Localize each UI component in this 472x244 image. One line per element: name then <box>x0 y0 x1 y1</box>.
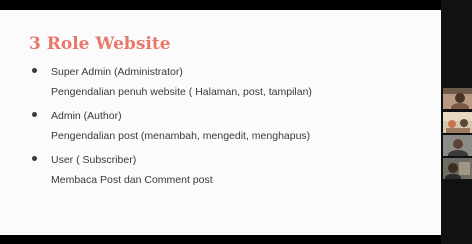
slide-title: 3 Role Website <box>29 34 171 54</box>
role-item-super-admin: Super Admin (Administrator) Pengendalian… <box>29 65 429 109</box>
role-item-user: User ( Subscriber) Membaca Post dan Comm… <box>29 153 429 197</box>
role-list: Super Admin (Administrator) Pengendalian… <box>29 65 429 197</box>
participant-video-tile[interactable] <box>443 88 472 109</box>
role-description: Membaca Post dan Comment post <box>51 174 213 186</box>
bullet-icon <box>32 156 37 161</box>
participant-video-tile[interactable] <box>443 112 472 133</box>
participant-video-icon <box>443 112 472 133</box>
participant-video-icon <box>443 135 472 156</box>
role-name: Super Admin (Administrator) <box>51 66 183 78</box>
role-description: Pengendalian post (menambah, mengedit, m… <box>51 130 311 142</box>
role-description: Pengendalian penuh website ( Halaman, po… <box>51 86 312 98</box>
participant-video-tile[interactable] <box>443 135 472 156</box>
participant-video-tile[interactable] <box>443 158 472 179</box>
participant-video-icon <box>443 88 472 109</box>
role-name: User ( Subscriber) <box>51 154 137 166</box>
presentation-slide: 3 Role Website Super Admin (Administrato… <box>0 10 441 235</box>
bullet-icon <box>32 112 37 117</box>
bullet-icon <box>32 68 37 73</box>
participant-video-icon <box>443 158 472 179</box>
role-item-admin: Admin (Author) Pengendalian post (menamb… <box>29 109 429 153</box>
role-name: Admin (Author) <box>51 110 122 122</box>
